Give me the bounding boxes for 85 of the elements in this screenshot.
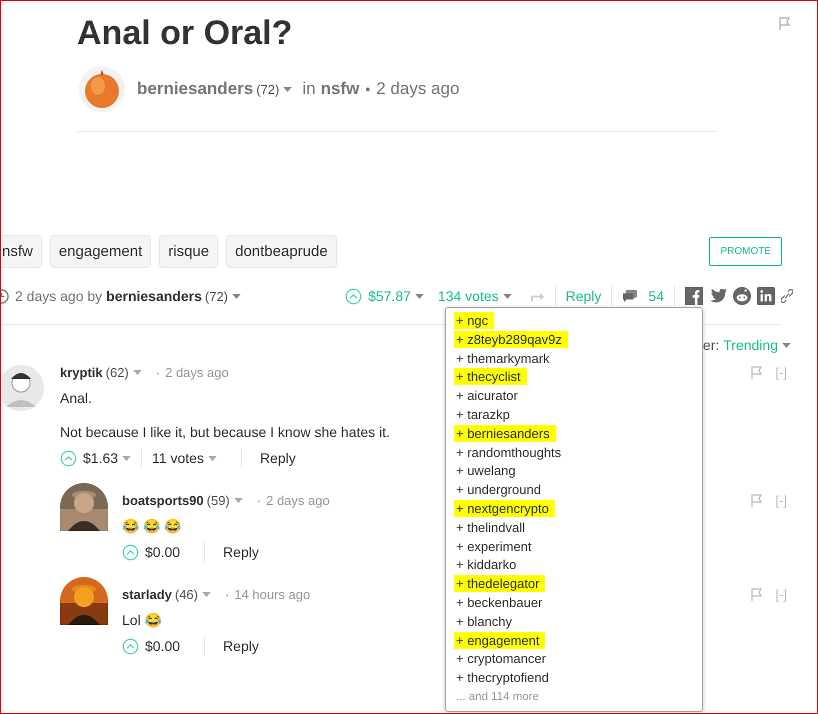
- separator: •: [365, 81, 370, 97]
- payout[interactable]: $0.00: [145, 544, 180, 560]
- voter-link[interactable]: + kiddarko: [454, 556, 522, 574]
- payout[interactable]: $1.63: [83, 450, 118, 466]
- caret-icon[interactable]: [283, 86, 292, 92]
- voter-link[interactable]: + thecyclist: [454, 368, 527, 386]
- more-voters: ... and 114 more: [455, 690, 540, 705]
- comment-author[interactable]: boatsports90: [122, 492, 204, 508]
- upvote-icon[interactable]: [122, 544, 139, 560]
- separator: ·: [156, 364, 160, 380]
- sort-label: er:: [702, 337, 720, 353]
- reply-link[interactable]: Reply: [223, 544, 259, 560]
- voter-link[interactable]: + thecryptofiend: [454, 669, 555, 686]
- voter-link[interactable]: + beckenbauer: [454, 594, 548, 611]
- tag[interactable]: risque: [159, 235, 218, 268]
- category-link[interactable]: nsfw: [320, 79, 360, 99]
- tag[interactable]: dontbeaprude: [226, 235, 337, 268]
- caret-icon[interactable]: [132, 370, 142, 374]
- voter-link[interactable]: + experiment: [454, 538, 538, 555]
- voter-link[interactable]: + thelindvall: [454, 518, 532, 536]
- reblog-icon[interactable]: [530, 290, 545, 302]
- reply-link[interactable]: Reply: [260, 450, 296, 466]
- reputation: (72): [204, 288, 228, 304]
- voter-link[interactable]: + cryptomancer: [454, 650, 552, 668]
- twitter-icon[interactable]: [709, 287, 727, 305]
- flag-icon[interactable]: [751, 588, 764, 600]
- voter-link[interactable]: + blanchy: [454, 612, 518, 630]
- caret-icon[interactable]: [202, 592, 211, 596]
- comment-time: 2 days ago: [165, 364, 229, 380]
- comment-time: 14 hours ago: [234, 586, 310, 602]
- voter-link[interactable]: + aicurator: [454, 387, 524, 404]
- voter-link[interactable]: + uwelang: [454, 462, 522, 480]
- author-link[interactable]: berniesanders: [106, 288, 202, 304]
- caret-icon[interactable]: [782, 342, 791, 348]
- caret-icon[interactable]: [232, 294, 242, 298]
- caret-icon[interactable]: [414, 294, 424, 298]
- votes-link[interactable]: 11 votes: [152, 450, 204, 466]
- comment-author[interactable]: kryptik: [60, 364, 103, 380]
- flag-icon[interactable]: [779, 17, 791, 30]
- voter-link[interactable]: + themarkymark: [454, 350, 556, 367]
- comment-author[interactable]: starlady: [122, 586, 172, 602]
- upvote-icon[interactable]: [60, 450, 77, 466]
- comment-text: Not because I like it, but because I know she hates it.: [60, 423, 390, 441]
- tag[interactable]: nsfw: [1, 235, 42, 268]
- post-time: 2 days ago by: [15, 288, 102, 304]
- caret-icon[interactable]: [208, 456, 217, 460]
- voter-link[interactable]: + nextgencrypto: [454, 500, 555, 517]
- upvote-icon[interactable]: [122, 638, 139, 654]
- reputation: (62): [106, 364, 129, 380]
- voter-link[interactable]: + thedelegator: [454, 575, 546, 592]
- separator: ·: [225, 586, 230, 602]
- voter-link[interactable]: + berniesanders: [454, 424, 556, 442]
- upvote-icon[interactable]: [345, 288, 362, 304]
- comment-text: 😂 😂 😂: [122, 517, 181, 535]
- reputation: (72): [256, 82, 280, 96]
- caret-icon[interactable]: [122, 456, 132, 460]
- tag[interactable]: engagement: [50, 235, 152, 268]
- caret-icon[interactable]: [234, 498, 243, 502]
- separator: ·: [256, 492, 262, 508]
- reputation: (59): [206, 492, 230, 508]
- flag-icon[interactable]: [751, 366, 764, 378]
- voter-link[interactable]: + randomthoughts: [454, 444, 568, 461]
- payout[interactable]: $0.00: [145, 638, 180, 654]
- voter-link[interactable]: + z8teyb289qav9z: [454, 330, 568, 348]
- voter-link[interactable]: + tarazkp: [454, 406, 516, 423]
- post-time: 2 days ago: [376, 79, 460, 99]
- link-icon[interactable]: [781, 289, 793, 303]
- reply-link[interactable]: Reply: [223, 638, 259, 654]
- linkedin-icon[interactable]: [757, 287, 775, 305]
- avatar[interactable]: [1, 365, 44, 411]
- post-title: Anal or Oral?: [77, 13, 294, 53]
- flag-icon[interactable]: [751, 494, 764, 506]
- in-label: in: [302, 79, 316, 99]
- voter-link[interactable]: + engagement: [454, 632, 546, 649]
- voter-link[interactable]: + underground: [454, 481, 547, 498]
- comment-text: Lol 😂: [122, 611, 162, 629]
- voter-link[interactable]: + ngc: [454, 312, 494, 329]
- caret-icon[interactable]: [502, 294, 512, 298]
- comments-icon[interactable]: [622, 289, 638, 303]
- author-link[interactable]: berniesanders: [137, 79, 254, 99]
- comment-time: 2 days ago: [266, 492, 330, 508]
- reddit-icon[interactable]: [733, 287, 751, 305]
- facebook-icon[interactable]: [685, 287, 703, 305]
- comment-text: Anal.: [60, 389, 92, 407]
- reputation: (46): [174, 586, 198, 602]
